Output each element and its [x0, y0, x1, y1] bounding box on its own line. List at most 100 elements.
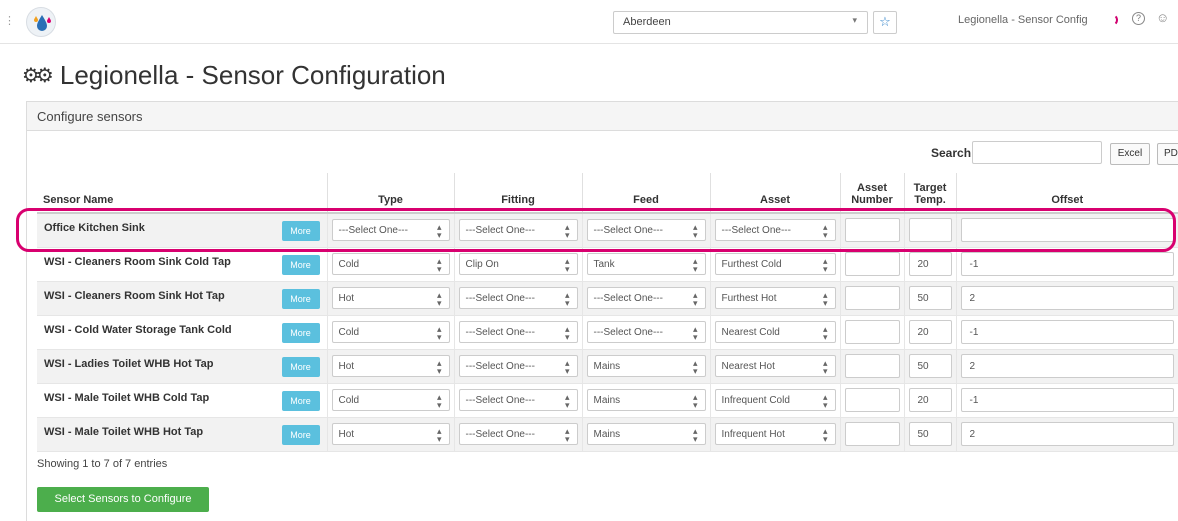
- feed-select[interactable]: ---Select One--- ▴ ▾: [586, 321, 706, 343]
- column-header-fitting[interactable]: Fitting: [453, 173, 582, 214]
- column-header-target-temp[interactable]: Target Temp.: [903, 173, 956, 214]
- fitting-select[interactable]: ---Select One--- ▴ ▾: [458, 287, 578, 309]
- site-select[interactable]: Aberdeen ▾: [613, 11, 868, 34]
- offset-input[interactable]: -1: [960, 388, 1174, 412]
- fitting-select-value: Clip On: [465, 259, 499, 270]
- feed-select[interactable]: ---Select One--- ▴ ▾: [586, 287, 706, 309]
- type-select[interactable]: Hot ▴ ▾: [331, 355, 450, 377]
- target-temp-input[interactable]: 20: [908, 388, 952, 412]
- offset-input[interactable]: 2: [960, 286, 1174, 310]
- asset-select[interactable]: Furthest Cold ▴ ▾: [714, 253, 836, 275]
- select-arrows-icon: ▴ ▾: [564, 256, 570, 274]
- fitting-select-value: ---Select One---: [465, 429, 535, 440]
- sensor-name-cell: WSI - Male Toilet WHB Cold Tap More: [37, 382, 327, 417]
- select-arrows-icon: ▴ ▾: [564, 358, 570, 376]
- sensor-name: WSI - Male Toilet WHB Cold Tap: [44, 391, 210, 404]
- sensor-name: WSI - Ladies Toilet WHB Hot Tap: [44, 357, 214, 370]
- asset-select[interactable]: Infrequent Cold ▴ ▾: [714, 389, 836, 411]
- asset-select-value: Nearest Hot: [721, 361, 775, 372]
- feed-select[interactable]: Mains ▴ ▾: [586, 389, 706, 411]
- top-navbar: ⋮ Aberdeen ▾ ☆ Legionella - Sensor Confi…: [0, 0, 1178, 44]
- select-arrows-icon: ▴ ▾: [822, 324, 828, 342]
- more-button[interactable]: More: [281, 390, 320, 411]
- target-temp-input[interactable]: 20: [908, 320, 952, 344]
- select-arrows-icon: ▴ ▾: [692, 426, 698, 444]
- table-row: WSI - Male Toilet WHB Cold Tap More Cold ▴ ▾…: [37, 382, 1178, 417]
- favorite-star-icon[interactable]: ☆: [873, 11, 897, 34]
- chevron-down-icon: ▾: [852, 15, 857, 25]
- app-logo[interactable]: [26, 7, 56, 37]
- offset-input[interactable]: 2: [960, 354, 1174, 378]
- feed-select-value: Mains: [593, 361, 621, 372]
- user-icon[interactable]: ☺: [1156, 10, 1169, 25]
- breadcrumb-title[interactable]: Legionella - Sensor Config: [958, 14, 1088, 26]
- help-icon[interactable]: ?: [1132, 12, 1145, 25]
- more-button[interactable]: More: [281, 288, 320, 309]
- asset-number-input[interactable]: [844, 354, 900, 378]
- asset-number-input[interactable]: [844, 286, 900, 310]
- sensor-name-cell: WSI - Cold Water Storage Tank Cold More: [37, 314, 327, 349]
- feed-select[interactable]: Tank ▴ ▾: [586, 253, 706, 275]
- column-header-feed[interactable]: Feed: [581, 173, 710, 214]
- type-select[interactable]: Cold ▴ ▾: [331, 389, 450, 411]
- fitting-select[interactable]: ---Select One--- ▴ ▾: [458, 355, 578, 377]
- sensor-name: WSI - Male Toilet WHB Hot Tap: [44, 425, 204, 438]
- target-temp-input[interactable]: 50: [908, 286, 952, 310]
- feed-select-value: Tank: [593, 259, 615, 270]
- column-header-asset-number[interactable]: Asset Number: [839, 173, 904, 214]
- fitting-select-value: ---Select One---: [465, 327, 535, 338]
- asset-number-input[interactable]: [844, 422, 900, 446]
- target-temp-input[interactable]: 50: [908, 354, 952, 378]
- offset-input[interactable]: 2: [960, 422, 1174, 446]
- select-arrows-icon: ▴ ▾: [692, 392, 698, 410]
- fitting-select[interactable]: ---Select One--- ▴ ▾: [458, 389, 578, 411]
- column-header-asset[interactable]: Asset: [709, 173, 840, 214]
- fitting-select-value: ---Select One---: [465, 395, 535, 406]
- type-select[interactable]: Hot ▴ ▾: [331, 423, 450, 445]
- more-button[interactable]: More: [281, 254, 320, 275]
- fitting-select[interactable]: Clip On ▴ ▾: [458, 253, 578, 275]
- excel-export-button[interactable]: Excel: [1110, 143, 1150, 165]
- fitting-select[interactable]: ---Select One--- ▴ ▾: [458, 423, 578, 445]
- feed-select[interactable]: Mains ▴ ▾: [586, 423, 706, 445]
- pdf-export-button[interactable]: PD: [1157, 143, 1178, 165]
- asset-number-input[interactable]: [844, 388, 900, 412]
- type-select[interactable]: Cold ▴ ▾: [331, 321, 450, 343]
- asset-select-value: Infrequent Hot: [721, 429, 785, 440]
- type-select[interactable]: Cold ▴ ▾: [331, 253, 450, 275]
- table-info: Showing 1 to 7 of 7 entries: [37, 458, 168, 470]
- asset-select[interactable]: Furthest Hot ▴ ▾: [714, 287, 836, 309]
- asset-number-input[interactable]: [844, 252, 900, 276]
- select-arrows-icon: ▴ ▾: [822, 426, 828, 444]
- feed-select-value: Mains: [593, 395, 621, 406]
- type-select[interactable]: Hot ▴ ▾: [331, 287, 450, 309]
- more-button[interactable]: More: [281, 424, 320, 445]
- asset-select-value: Furthest Cold: [721, 259, 782, 270]
- select-sensors-to-configure-button[interactable]: Select Sensors to Configure: [37, 487, 209, 512]
- more-button[interactable]: More: [281, 356, 320, 377]
- select-arrows-icon: ▴ ▾: [692, 256, 698, 274]
- type-select-value: Cold: [338, 395, 360, 406]
- more-button[interactable]: More: [281, 322, 320, 343]
- select-arrows-icon: ▴ ▾: [564, 426, 570, 444]
- asset-number-input[interactable]: [844, 320, 900, 344]
- target-temp-input[interactable]: 50: [908, 422, 952, 446]
- column-header-sensor-name[interactable]: Sensor Name: [37, 173, 327, 214]
- select-arrows-icon: ▴ ▾: [436, 392, 442, 410]
- offset-input[interactable]: -1: [960, 252, 1174, 276]
- column-header-offset[interactable]: Offset: [955, 173, 1178, 214]
- search-input[interactable]: [972, 141, 1102, 164]
- column-header-type[interactable]: Type: [326, 173, 454, 214]
- menu-icon[interactable]: ⋮: [4, 14, 15, 27]
- target-temp-input[interactable]: 20: [908, 252, 952, 276]
- type-select-value: Hot: [338, 361, 355, 372]
- asset-select[interactable]: Nearest Hot ▴ ▾: [714, 355, 836, 377]
- asset-select[interactable]: Infrequent Hot ▴ ▾: [714, 423, 836, 445]
- offset-input[interactable]: -1: [960, 320, 1174, 344]
- table-row: WSI - Cleaners Room Sink Cold Tap More Col…: [37, 246, 1178, 281]
- select-arrows-icon: ▴ ▾: [822, 256, 828, 274]
- feed-select[interactable]: Mains ▴ ▾: [586, 355, 706, 377]
- select-arrows-icon: ▴ ▾: [692, 290, 698, 308]
- fitting-select[interactable]: ---Select One--- ▴ ▾: [458, 321, 578, 343]
- asset-select[interactable]: Nearest Cold ▴ ▾: [714, 321, 836, 343]
